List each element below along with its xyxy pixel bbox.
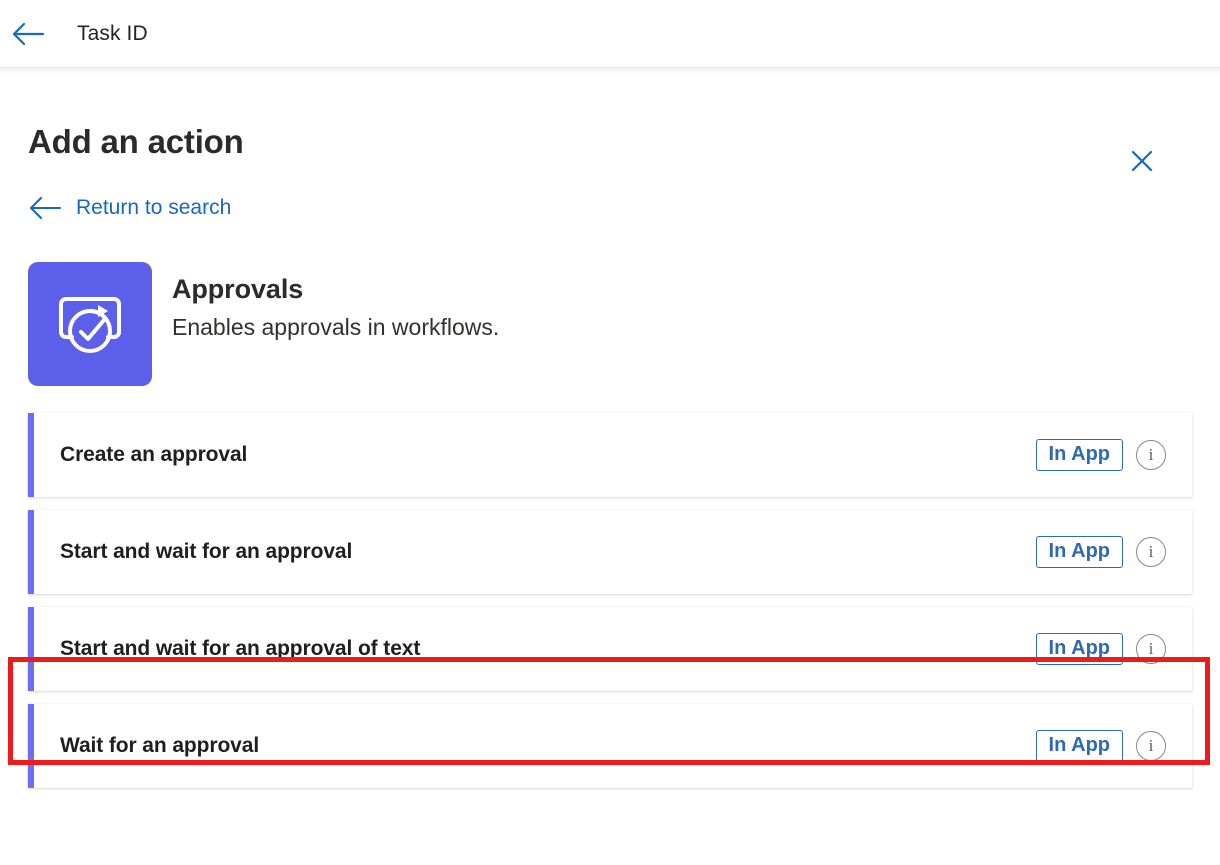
in-app-badge: In App: [1035, 633, 1123, 665]
page-title: Task ID: [77, 21, 148, 45]
info-icon[interactable]: i: [1136, 440, 1166, 470]
arrow-left-icon: [29, 196, 62, 220]
panel-title: Add an action: [28, 123, 244, 160]
action-label: Create an approval: [60, 443, 248, 466]
return-to-search-label: Return to search: [76, 196, 232, 219]
action-row[interactable]: Wait for an approval In App i: [28, 704, 1192, 788]
close-button[interactable]: [1122, 141, 1162, 181]
action-label: Start and wait for an approval: [60, 540, 353, 563]
action-label: Wait for an approval: [60, 734, 260, 757]
connector-text: Approvals Enables approvals in workflows…: [172, 262, 499, 341]
in-app-badge: In App: [1035, 730, 1123, 762]
action-row[interactable]: Start and wait for an approval In App i: [28, 510, 1192, 594]
row-accent-bar: [28, 607, 34, 691]
row-accent-bar: [28, 510, 34, 594]
top-bar: Task ID: [0, 0, 1220, 68]
connector-name: Approvals: [172, 274, 304, 304]
approvals-icon: [28, 262, 152, 386]
info-icon[interactable]: i: [1136, 731, 1166, 761]
close-icon: [1131, 150, 1153, 172]
back-button[interactable]: [0, 0, 56, 68]
in-app-badge: In App: [1035, 439, 1123, 471]
add-action-panel: Add an action Return to search Approvals…: [0, 68, 1220, 788]
arrow-left-icon: [12, 22, 45, 45]
info-icon[interactable]: i: [1136, 537, 1166, 567]
action-row[interactable]: Create an approval In App i: [28, 413, 1192, 497]
connector-header: Approvals Enables approvals in workflows…: [28, 262, 1192, 386]
return-to-search-link[interactable]: Return to search: [28, 196, 231, 220]
action-row[interactable]: Start and wait for an approval of text In…: [28, 607, 1192, 691]
action-list: Create an approval In App i Start and wait …: [28, 413, 1192, 788]
action-label: Start and wait for an approval of text: [60, 637, 421, 660]
approvals-glyph: [59, 297, 121, 353]
row-accent-bar: [28, 413, 34, 497]
row-accent-bar: [28, 704, 34, 788]
connector-description: Enables approvals in workflows.: [172, 314, 500, 340]
in-app-badge: In App: [1035, 536, 1123, 568]
info-icon[interactable]: i: [1136, 634, 1166, 664]
panel-header: Add an action: [28, 68, 1192, 172]
